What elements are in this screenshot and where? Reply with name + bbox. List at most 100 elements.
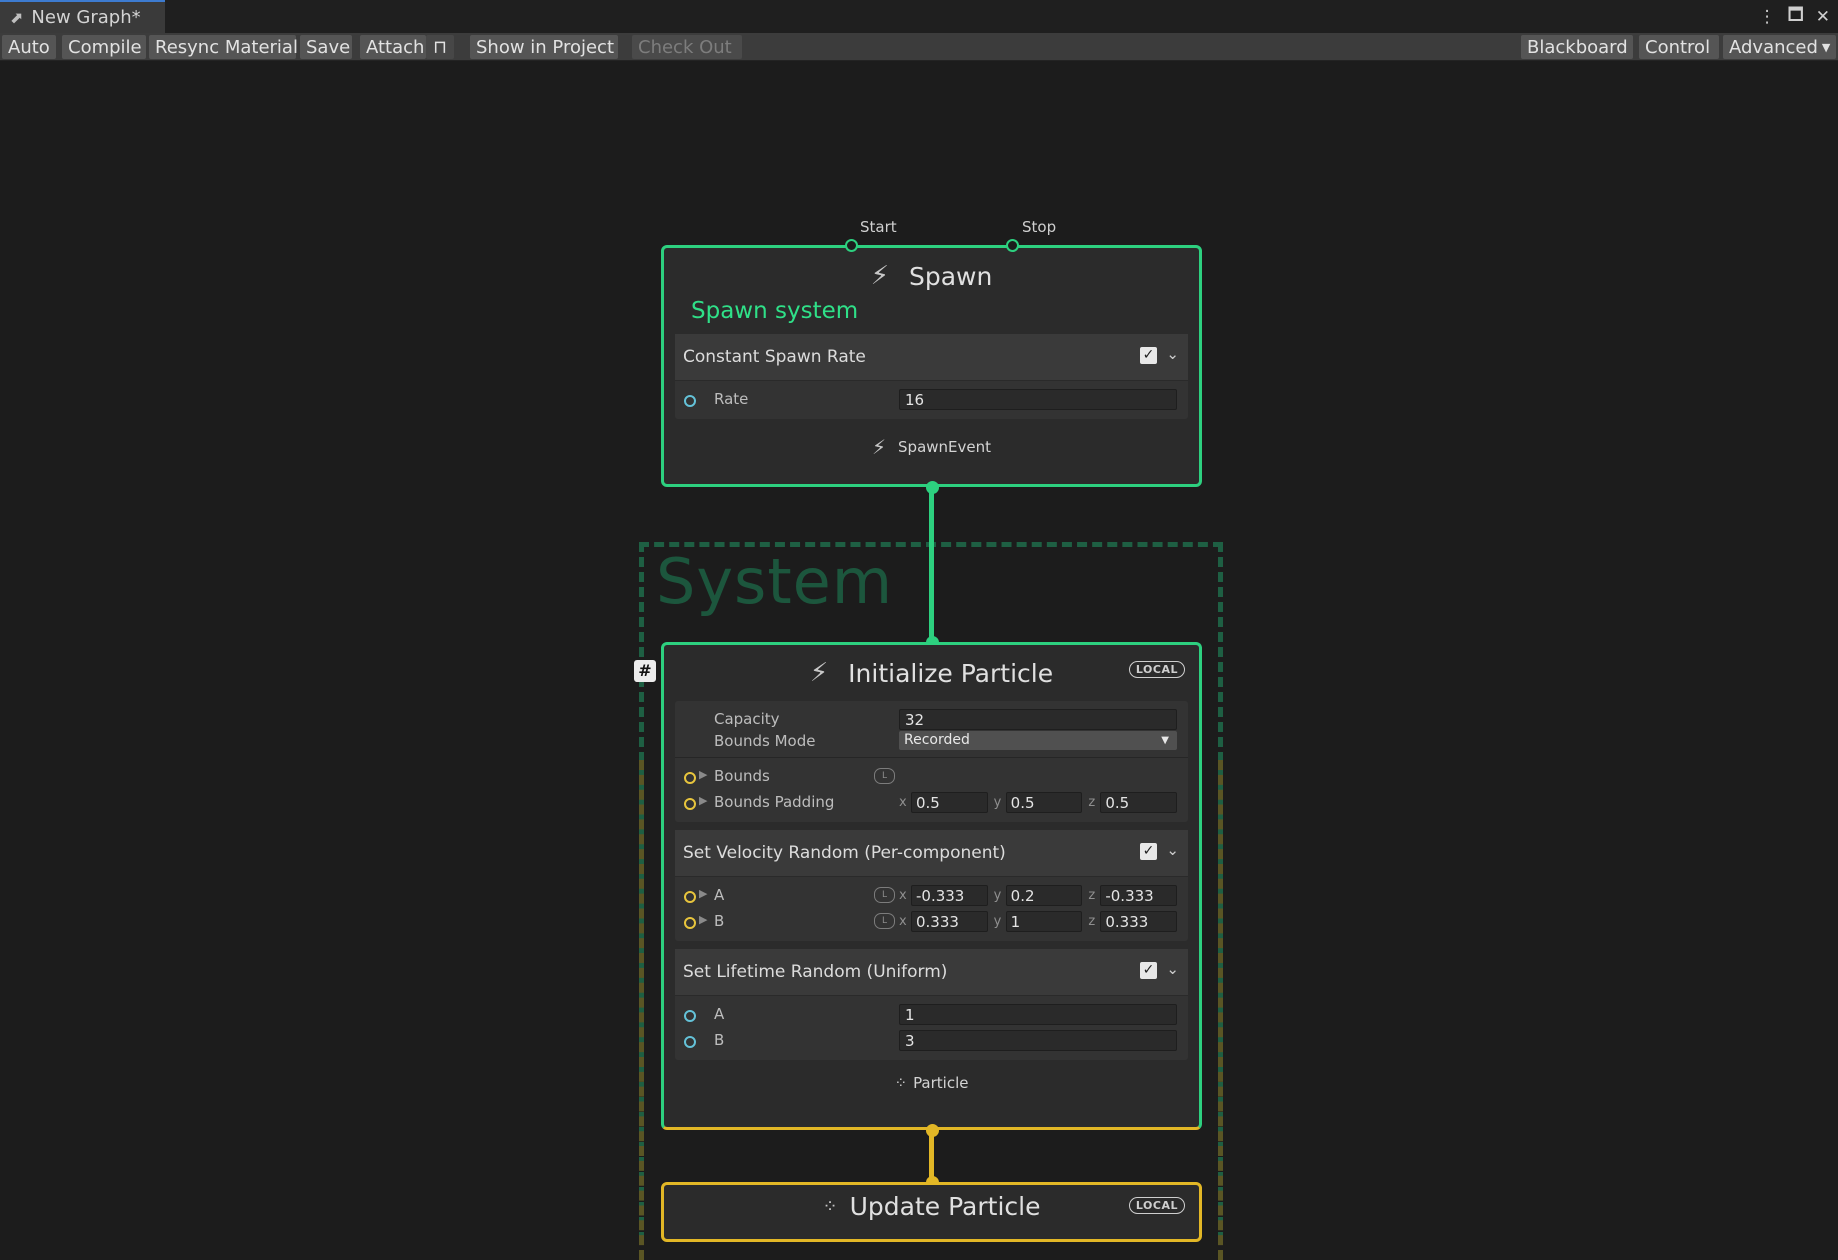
resync-material-button[interactable]: Resync Material (149, 35, 298, 59)
advanced-dropdown[interactable]: Advanced ▼ (1723, 35, 1836, 59)
spawn-event-port[interactable] (926, 481, 939, 494)
spawn-output: ⚡ SpawnEvent (664, 427, 1199, 467)
spawn-header: ⚡ Spawn (664, 248, 1199, 304)
check-out-button[interactable]: Check Out (632, 35, 742, 59)
control-button[interactable]: Control (1639, 35, 1719, 59)
attach-button[interactable]: Attach (360, 35, 426, 59)
space-badge[interactable]: LOCAL (1128, 1197, 1185, 1214)
lifetime-a-field[interactable]: 1 (899, 1004, 1177, 1025)
a-label: A (714, 886, 725, 904)
save-button[interactable]: Save (300, 35, 352, 59)
chevron-down-icon[interactable]: ⌄ (1166, 345, 1179, 363)
expand-arrow-icon[interactable]: ▶ (699, 768, 707, 781)
bounds-mode-dropdown[interactable]: Recorded ▼ (899, 731, 1177, 750)
enable-checkbox[interactable]: ✓ (1140, 843, 1157, 860)
blackboard-button[interactable]: Blackboard (1521, 35, 1633, 59)
rate-row: Rate 16 (675, 387, 1188, 413)
block-title: Set Velocity Random (Per-component) (683, 843, 1006, 863)
particles-icon: ⁘ (822, 1195, 838, 1217)
update-title: Update Particle (849, 1191, 1041, 1221)
velocity-a-z[interactable]: -0.333 (1100, 885, 1178, 906)
capacity-field[interactable]: 32 (899, 709, 1177, 730)
chevron-down-icon[interactable]: ⌄ (1166, 841, 1179, 859)
bounds-padding-vector: x 0.5 y 0.5 z 0.5 (899, 792, 1178, 813)
bounds-padding-label: Bounds Padding (714, 793, 835, 811)
maximize-icon[interactable]: 🗖 (1788, 2, 1804, 31)
velocity-a-vector: x -0.333 y 0.2 z -0.333 (899, 885, 1178, 906)
start-port[interactable] (845, 239, 858, 252)
show-in-project-button[interactable]: Show in Project (470, 35, 618, 59)
bounds-padding-x[interactable]: 0.5 (911, 792, 988, 813)
input-port[interactable] (684, 1036, 696, 1048)
advanced-label: Advanced (1729, 36, 1818, 58)
input-port[interactable] (684, 395, 696, 407)
particle-output-port[interactable] (926, 1124, 939, 1137)
rate-label: Rate (714, 390, 749, 408)
initialize-context[interactable]: ⚡ Initialize Particle LOCAL Capacity 32 … (661, 642, 1202, 1130)
local-space-icon[interactable]: L (874, 887, 895, 903)
input-port[interactable] (684, 772, 696, 784)
particle-flow-edge[interactable] (929, 1130, 934, 1182)
more-options-icon[interactable]: ⋮ (1759, 7, 1776, 27)
b-label: B (714, 912, 725, 930)
update-context[interactable]: ⁘ Update Particle LOCAL (661, 1182, 1202, 1242)
system-hash-icon[interactable]: # (634, 660, 656, 682)
velocity-a-x[interactable]: -0.333 (911, 885, 988, 906)
block-header[interactable]: Set Velocity Random (Per-component) ✓ ⌄ (675, 830, 1188, 877)
particle-output-label: Particle (913, 1074, 969, 1092)
expand-arrow-icon[interactable]: ▶ (699, 794, 707, 807)
flow-edge[interactable] (929, 487, 934, 641)
constant-spawn-rate-block[interactable]: Constant Spawn Rate ✓ ⌄ Rate 16 (675, 334, 1188, 419)
lifetime-a-row: A 1 (675, 1002, 1188, 1028)
capacity-label: Capacity (714, 710, 780, 728)
bounds-mode-label: Bounds Mode (714, 732, 816, 750)
graph-toolbar: Auto Compile Resync Material Save Attach… (0, 33, 1838, 61)
bounds-mode-value: Recorded (904, 732, 970, 748)
bounds-padding-row: ▶ Bounds Padding x 0.5 y 0.5 z 0.5 (675, 790, 1188, 816)
chevron-down-icon[interactable]: ⌄ (1166, 960, 1179, 978)
velocity-b-y[interactable]: 1 (1005, 911, 1083, 932)
vfx-graph-icon: ⬈ (10, 8, 24, 27)
start-label: Start (860, 218, 897, 236)
b-label: B (714, 1031, 725, 1049)
bounds-padding-z[interactable]: 0.5 (1100, 792, 1178, 813)
stop-port[interactable] (1006, 239, 1019, 252)
rate-field[interactable]: 16 (899, 389, 1177, 410)
tab-title: New Graph* (31, 7, 141, 28)
enable-checkbox[interactable]: ✓ (1140, 962, 1157, 979)
lightning-icon: ⚡ (871, 435, 887, 459)
velocity-b-z[interactable]: 0.333 (1100, 911, 1178, 932)
title-bar: ⬈ New Graph* ⋮ 🗖 ✕ (0, 0, 1838, 33)
velocity-b-vector: x 0.333 y1 z 0.333 (899, 911, 1178, 932)
block-title: Set Lifetime Random (Uniform) (683, 962, 948, 982)
local-space-icon[interactable]: L (874, 913, 895, 929)
spawn-context[interactable]: ⚡ Spawn Spawn system Constant Spawn Rate… (661, 245, 1202, 487)
input-port[interactable] (684, 891, 696, 903)
expand-arrow-icon[interactable]: ▶ (699, 887, 707, 900)
auto-button[interactable]: Auto (2, 35, 56, 59)
close-icon[interactable]: ✕ (1816, 7, 1830, 27)
input-port[interactable] (684, 917, 696, 929)
lock-icon[interactable]: ⊓ (426, 35, 454, 59)
set-lifetime-block[interactable]: Set Lifetime Random (Uniform) ✓ ⌄ A 1 B … (675, 949, 1188, 1060)
enable-checkbox[interactable]: ✓ (1140, 347, 1157, 364)
velocity-a-y[interactable]: 0.2 (1005, 885, 1083, 906)
initialize-title: Initialize Particle (848, 658, 1054, 688)
initialize-output: ⁘ Particle (664, 1068, 1199, 1098)
input-port[interactable] (684, 1010, 696, 1022)
expand-arrow-icon[interactable]: ▶ (699, 913, 707, 926)
block-header[interactable]: Set Lifetime Random (Uniform) ✓ ⌄ (675, 949, 1188, 996)
local-space-icon[interactable]: L (874, 768, 895, 784)
input-port[interactable] (684, 798, 696, 810)
lightning-icon: ⚡ (870, 261, 889, 291)
block-header[interactable]: Constant Spawn Rate ✓ ⌄ (675, 334, 1188, 381)
graph-tab[interactable]: ⬈ New Graph* (0, 0, 165, 33)
space-badge[interactable]: LOCAL (1128, 661, 1185, 678)
system-label[interactable]: System (656, 545, 893, 618)
bounds-padding-y[interactable]: 0.5 (1005, 792, 1083, 813)
lifetime-b-field[interactable]: 3 (899, 1030, 1177, 1051)
velocity-b-x[interactable]: 0.333 (911, 911, 988, 932)
chevron-down-icon: ▼ (1821, 40, 1831, 54)
set-velocity-block[interactable]: Set Velocity Random (Per-component) ✓ ⌄ … (675, 830, 1188, 941)
compile-button[interactable]: Compile (62, 35, 146, 59)
